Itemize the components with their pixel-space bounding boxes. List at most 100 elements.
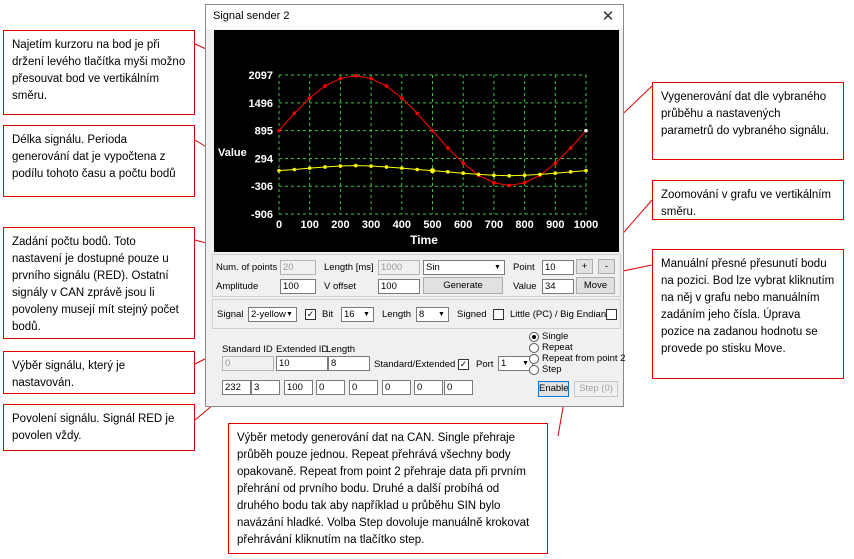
data-point bbox=[415, 111, 419, 116]
data-point bbox=[277, 128, 281, 133]
bit-select[interactable]: 16 ▼ bbox=[341, 307, 374, 322]
y-axis-label: Value bbox=[218, 147, 247, 159]
mode-step-radio[interactable] bbox=[529, 365, 539, 375]
x-axis-label: Time bbox=[410, 233, 438, 247]
mode-single-label: Single bbox=[542, 331, 569, 342]
signal-value: 2-yellow bbox=[251, 309, 286, 320]
data-point bbox=[553, 161, 558, 166]
data-point bbox=[369, 76, 373, 81]
x-tick-label: 100 bbox=[301, 219, 319, 231]
data-point bbox=[461, 161, 465, 166]
x-tick-label: 0 bbox=[276, 219, 282, 231]
y-tick-label: -306 bbox=[251, 181, 273, 193]
data-point bbox=[538, 172, 542, 177]
x-tick-label: 700 bbox=[485, 219, 503, 231]
mode-repeat-radio[interactable] bbox=[529, 343, 539, 353]
mode-step-label: Step bbox=[542, 364, 562, 375]
chevron-down-icon: ▼ bbox=[363, 311, 370, 318]
data-point bbox=[415, 167, 419, 172]
port-value: 1 bbox=[501, 358, 507, 369]
y-tick-label: 2097 bbox=[249, 70, 273, 82]
zoom-out-button[interactable]: - bbox=[598, 259, 615, 274]
value-input[interactable]: 34 bbox=[542, 279, 574, 294]
port-label: Port bbox=[476, 359, 494, 370]
data-byte-3[interactable]: 0 bbox=[316, 380, 345, 395]
data-point bbox=[353, 73, 358, 78]
data-byte-0[interactable]: 232 bbox=[222, 380, 251, 395]
data-point bbox=[507, 183, 512, 188]
amplitude-input[interactable]: 100 bbox=[280, 279, 316, 294]
data-byte-6[interactable]: 0 bbox=[414, 380, 443, 395]
signed-label: Signed bbox=[457, 309, 487, 320]
length-label: Length bbox=[382, 309, 412, 320]
num-points-input[interactable]: 20 bbox=[280, 260, 316, 275]
signal-label: Signal bbox=[217, 309, 244, 320]
signal-chart[interactable]: 2097 1496 895 294 -306 -906 0 100 200 300 400 500 6… bbox=[214, 30, 619, 252]
data-point bbox=[307, 166, 312, 170]
callout-manual-move: Manuální přesné přesunutí bodu na pozici… bbox=[652, 249, 844, 379]
data-point bbox=[400, 96, 404, 100]
move-button[interactable]: Move bbox=[576, 277, 615, 294]
y-tick-label: 294 bbox=[255, 153, 274, 165]
zoom-in-button[interactable]: + bbox=[576, 259, 593, 274]
data-point bbox=[353, 163, 358, 168]
mode-single-radio[interactable] bbox=[529, 332, 539, 342]
data-point bbox=[461, 171, 465, 176]
data-point bbox=[584, 168, 588, 173]
x-tick-label: 300 bbox=[362, 219, 380, 231]
data-point bbox=[522, 180, 527, 185]
amplitude-label: Amplitude bbox=[216, 281, 259, 292]
can-length-label: Length bbox=[326, 344, 356, 355]
step-button[interactable]: Step (0) bbox=[574, 381, 618, 397]
data-point bbox=[338, 76, 343, 81]
x-tick-label: 400 bbox=[393, 219, 411, 231]
port-select[interactable]: 1 ▼ bbox=[498, 356, 533, 371]
data-byte-5[interactable]: 0 bbox=[382, 380, 411, 395]
extended-id-input[interactable]: 10 bbox=[276, 356, 328, 371]
can-length-input[interactable]: 8 bbox=[328, 356, 370, 371]
signal-enable-checkbox[interactable]: ✓ bbox=[305, 309, 316, 320]
waveform-select[interactable]: Sin ▼ bbox=[423, 260, 505, 275]
data-byte-4[interactable]: 0 bbox=[349, 380, 378, 395]
data-byte-1[interactable]: 3 bbox=[251, 380, 280, 395]
standard-extended-checkbox[interactable]: ✓ bbox=[458, 359, 469, 370]
x-tick-label: 200 bbox=[331, 219, 349, 231]
data-point bbox=[323, 84, 327, 88]
generate-button[interactable]: Generate bbox=[423, 277, 503, 294]
y-tick-label: 1496 bbox=[249, 98, 273, 110]
data-byte-2[interactable]: 100 bbox=[284, 380, 313, 395]
standard-id-input[interactable]: 0 bbox=[222, 356, 274, 371]
data-point bbox=[430, 128, 435, 133]
signed-checkbox[interactable] bbox=[493, 309, 504, 320]
length-ms-input[interactable]: 1000 bbox=[378, 260, 420, 275]
chevron-down-icon: ▼ bbox=[494, 264, 501, 271]
signal-sender-window: Signal sender 2 ✕ 2097 1496 895 294 -306 -906… bbox=[205, 4, 626, 407]
data-point bbox=[446, 170, 450, 174]
data-point bbox=[492, 173, 496, 178]
close-icon[interactable]: ✕ bbox=[597, 7, 619, 27]
mode-repeat-from-2-label: Repeat from point 2 bbox=[542, 353, 626, 364]
enable-button[interactable]: Enable bbox=[538, 381, 569, 397]
data-point bbox=[338, 164, 343, 168]
bit-label: Bit bbox=[322, 309, 334, 320]
data-point bbox=[568, 146, 573, 150]
x-tick-label: 900 bbox=[546, 219, 564, 231]
length-select[interactable]: 8 ▼ bbox=[416, 307, 449, 322]
callout-drag-point: Najetím kurzoru na bod je při držení lev… bbox=[3, 30, 195, 115]
point-input[interactable]: 10 bbox=[542, 260, 574, 275]
data-point bbox=[429, 168, 436, 174]
mode-repeat-from-2-radio[interactable] bbox=[529, 354, 539, 364]
v-offset-input[interactable]: 100 bbox=[378, 279, 420, 294]
waveform-value: Sin bbox=[426, 262, 440, 273]
standard-id-label: Standard ID bbox=[222, 344, 273, 355]
x-tick-label: 500 bbox=[423, 219, 441, 231]
endian-checkbox[interactable] bbox=[606, 309, 617, 320]
x-tick-label: 600 bbox=[454, 219, 472, 231]
chevron-down-icon: ▼ bbox=[438, 311, 445, 318]
data-byte-7[interactable]: 0 bbox=[444, 380, 473, 395]
data-point bbox=[292, 111, 297, 116]
callout-signal-select: Výběr signálu, který je nastavován. bbox=[3, 351, 195, 394]
signal-select[interactable]: 2-yellow ▼ bbox=[248, 307, 297, 322]
data-point bbox=[522, 173, 527, 178]
data-point bbox=[400, 166, 404, 170]
